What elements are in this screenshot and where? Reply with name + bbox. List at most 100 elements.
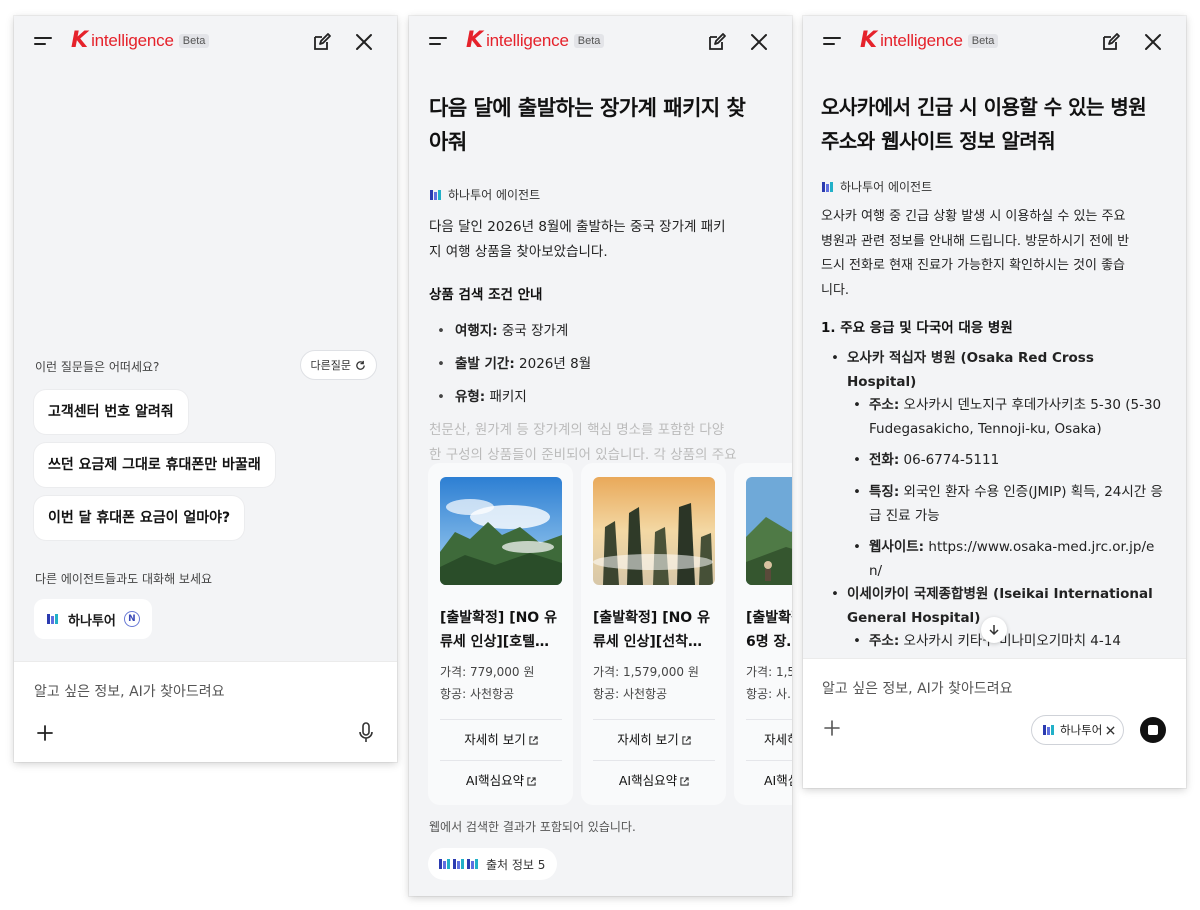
beta-badge: Beta [573,34,605,48]
suggestion-title: 이런 질문들은 어떠세요? [35,360,160,374]
scroll-down-button[interactable] [981,617,1007,643]
product-airline: 항공: 사… [746,687,792,701]
plus-icon[interactable] [823,719,841,737]
menu-icon[interactable] [429,35,447,49]
logo-text: intelligence [880,31,963,50]
detail-key: 웹사이트: [869,539,925,555]
product-title[interactable]: [출발확정] [NO 유 류세 인상][선착… [593,606,721,654]
hospital-detail: • 전화: 06-6774-5111 [853,452,1000,468]
product-title-line: [출발확정] [NO 유 [593,610,710,626]
beta-badge: Beta [178,34,210,48]
header: K intelligence Beta [409,16,792,68]
logo-mark: K [860,28,878,53]
agent-label-text: 하나투어 에이전트 [840,180,933,194]
product-title-line: 6명 장… [746,634,792,650]
external-link-icon [680,777,689,786]
agent-label: 하나투어 에이전트 [821,178,932,195]
chat-input[interactable]: 알고 싶은 정보, AI가 찾아드려요 [34,681,225,701]
question-line: 오사카에서 긴급 시 이용할 수 있는 병원 [821,95,1147,119]
product-airline: 항공: 사천항공 [440,687,515,701]
product-card[interactable]: [출발확정] [NO 유 류세 인상][선착… 가격: 1,579,000 원 … [581,463,726,805]
intro-line: 니다. [821,282,850,298]
intro-line: 드시 전화로 현재 진료가 가능한지 확인하시는 것이 좋습 [821,258,1126,273]
ai-summary-link[interactable]: AI핵심요약 [746,760,792,800]
condition-key: 출발 기간: [454,356,515,372]
header: K intelligence Beta [14,16,397,68]
product-title[interactable]: [출발확정] [NO 유 류세 인상][호텔… [440,606,568,654]
condition-item: 출발 기간: 2026년 8월 [437,352,591,372]
logo-mark: K [71,28,89,53]
new-chat-edit-icon[interactable] [1100,31,1122,53]
stop-generating-button[interactable] [1140,717,1166,743]
ai-summary-label: AI핵심요약 [618,773,678,788]
source-logos-icon [439,859,478,869]
detail-key: 주소: [869,633,900,649]
answer-intro: 오사카 여행 중 긴급 상황 발생 시 이용하실 수 있는 주요 병원과 관련 … [821,205,1168,303]
plus-icon[interactable] [36,724,54,742]
agent-label-text: 하나투어 에이전트 [448,188,541,202]
agent-name: 하나투어 [68,613,116,629]
condition-key: 유형: [454,389,486,405]
remove-icon[interactable] [1106,725,1115,735]
condition-value: 패키지 [485,389,527,405]
condition-item: 유형: 패키지 [437,385,527,405]
source-info-button[interactable]: 출처 정보 5 [428,848,558,880]
detail-link[interactable]: 자세히 보기 [746,719,792,759]
hospital-address: 오사카시 키타구 미나미오기마치 4-14 [899,633,1121,649]
detail-key: 전화: [869,452,900,468]
new-badge: N [123,611,140,627]
mic-icon[interactable] [357,722,375,744]
detail-link[interactable]: 자세히 보기 [440,719,562,759]
close-icon[interactable] [748,31,770,53]
product-price: 가격: 1,5… [746,665,792,679]
hanatour-logo-icon [1043,725,1054,735]
product-title[interactable]: [출발확정] 6명 장… [746,606,792,654]
suggestion-chip[interactable]: 쓰던 요금제 그대로 휴대폰만 바꿀래 [34,443,275,487]
intro-line: 병원과 관련 정보를 안내해 드립니다. 방문하시기 전에 반 [821,233,1130,249]
new-chat-edit-icon[interactable] [706,31,728,53]
detail-link[interactable]: 자세히 보기 [593,719,715,759]
hanatour-logo-icon [430,189,441,200]
menu-icon[interactable] [34,35,52,49]
detail-key: 주소: [869,397,900,413]
selected-agent-chip[interactable]: 하나투어 [1031,715,1125,745]
product-card[interactable]: [출발확정] [NO 유 류세 인상][호텔… 가격: 779,000 원 항공… [428,463,573,805]
product-price: 가격: 779,000 원 [440,665,535,679]
product-carousel[interactable]: [출발확정] [NO 유 류세 인상][호텔… 가격: 779,000 원 항공… [428,463,792,805]
question-line: 다음 달에 출발하는 장가계 패키지 찾 [429,96,746,120]
beta-badge: Beta [967,34,999,48]
hospital-phone: 06-6774-5111 [899,452,1000,468]
other-questions-label: 다른질문 [310,359,351,372]
hanatour-logo-icon [822,181,833,192]
chat-input[interactable]: 알고 싶은 정보, AI가 찾아드려요 [822,678,1013,698]
brand-logo: K intelligence Beta [71,28,210,54]
product-title-line: [출발확정] [NO 유 [440,610,557,626]
new-chat-edit-icon[interactable] [311,31,333,53]
intro-line: 다음 달인 2026년 8월에 출발하는 중국 장가계 패키 [429,219,726,235]
ai-summary-link[interactable]: AI핵심요약 [440,760,562,800]
suggestion-header: 이런 질문들은 어떠세요? 다른질문 [35,350,377,380]
product-card[interactable]: [출발확정] 6명 장… 가격: 1,5… 항공: 사… 자세히 보기 AI핵심… [734,463,792,805]
hospital-detail: • 주소: 오사카시 키타구 미나미오기마치 4-14 [853,633,1121,649]
ai-summary-label: AI핵심요약 [764,773,792,788]
suggestion-chip[interactable]: 이번 달 휴대폰 요금이 얼마야? [34,496,245,540]
answer-intro: 다음 달인 2026년 8월에 출발하는 중국 장가계 패키 지 여행 상품을 … [429,215,762,265]
suggestion-chip[interactable]: 고객센터 번호 알려줘 [34,390,188,434]
logo-text: intelligence [486,31,569,50]
hospital-name: 오사카 적십자 병원 (Osaka Red Cross Hospital) [847,350,1094,390]
chat-panel-empty: K intelligence Beta 이런 질문들은 어떠세요? 다른질문 고… [14,16,397,762]
other-questions-button[interactable]: 다른질문 [299,350,377,380]
close-icon[interactable] [1142,31,1164,53]
agent-chip-hanatour[interactable]: 하나투어 N [34,599,152,639]
detail-label: 자세히 보기 [464,732,526,747]
product-title-line: 류세 인상][선착… [593,634,702,650]
detail-label: 자세히 보기 [617,732,679,747]
menu-icon[interactable] [823,35,841,49]
external-link-icon [527,777,536,786]
close-icon[interactable] [353,31,375,53]
product-image [440,477,562,585]
external-link-icon [529,736,538,745]
ai-summary-link[interactable]: AI핵심요약 [593,760,715,800]
selected-agent-label: 하나투어 [1060,723,1103,737]
refresh-icon [356,360,365,370]
